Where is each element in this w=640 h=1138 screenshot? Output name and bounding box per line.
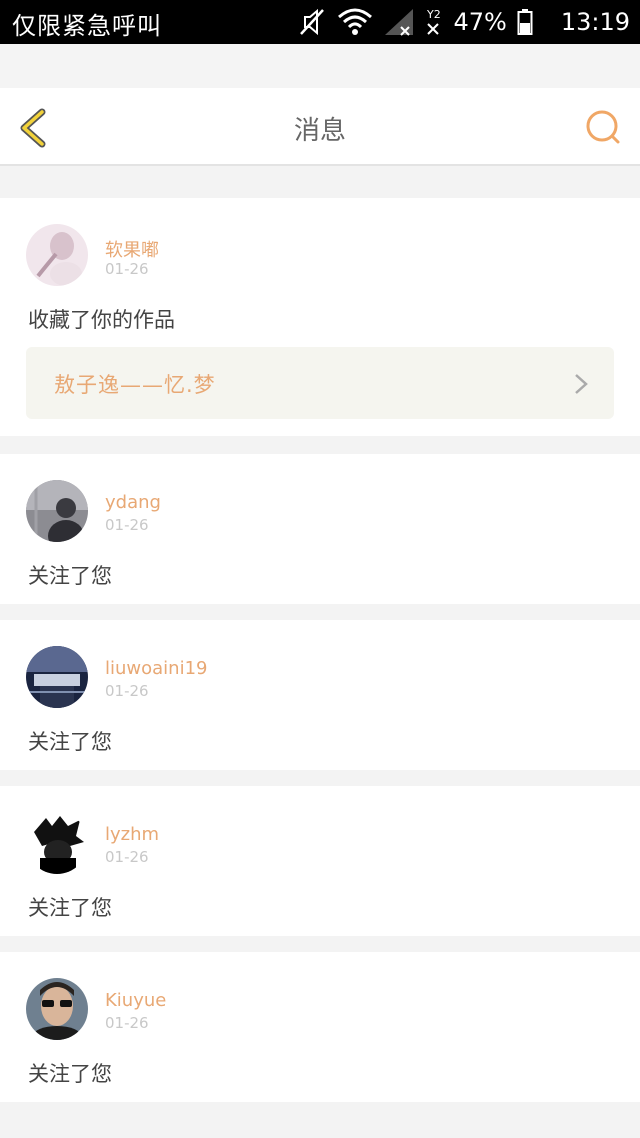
avatar[interactable] — [26, 812, 88, 874]
battery-percent: 47% — [453, 8, 507, 36]
message-action: 关注了您 — [28, 1062, 112, 1086]
message-card: liuwoaini19 01-26 关注了您 — [0, 620, 640, 770]
signal-icon — [385, 9, 414, 36]
message-date: 01-26 — [105, 260, 149, 278]
message-card: 软果嘟 01-26 收藏了你的作品 敖子逸——忆.梦 — [0, 198, 640, 436]
search-icon[interactable] — [584, 108, 622, 146]
username[interactable]: Kiuyue — [105, 990, 166, 1011]
svg-text:Y2: Y2 — [426, 8, 441, 21]
page-title: 消息 — [293, 116, 346, 146]
username[interactable]: ydang — [105, 492, 161, 513]
status-bar: 仅限紧急呼叫 Y2 47% 13:19 — [0, 0, 640, 44]
avatar[interactable] — [26, 646, 88, 708]
work-title: 敖子逸——忆.梦 — [54, 373, 216, 397]
message-action: 关注了您 — [28, 730, 112, 754]
message-action: 关注了您 — [28, 564, 112, 588]
message-card: Kiuyue 01-26 关注了您 — [0, 952, 640, 1102]
message-date: 01-26 — [105, 682, 149, 700]
message-date: 01-26 — [105, 516, 149, 534]
carrier-text: 仅限紧急呼叫 — [12, 12, 162, 40]
username[interactable]: liuwoaini19 — [105, 658, 208, 679]
avatar[interactable] — [26, 978, 88, 1040]
mute-icon — [300, 8, 325, 36]
sim-signal-icon: Y2 — [426, 8, 441, 35]
message-action: 收藏了你的作品 — [28, 308, 175, 332]
message-action: 关注了您 — [28, 896, 112, 920]
work-link[interactable]: 敖子逸——忆.梦 — [26, 347, 614, 419]
message-card: lyzhm 01-26 关注了您 — [0, 786, 640, 936]
battery-icon — [517, 9, 533, 35]
message-date: 01-26 — [105, 848, 149, 866]
message-card: ydang 01-26 关注了您 — [0, 454, 640, 604]
wifi-icon — [338, 8, 373, 35]
clock: 13:19 — [560, 8, 630, 36]
avatar[interactable] — [26, 224, 88, 286]
message-date: 01-26 — [105, 1014, 149, 1032]
nav-header: 消息 — [0, 88, 640, 166]
chevron-right-icon — [575, 374, 588, 394]
username[interactable]: lyzhm — [105, 824, 159, 845]
status-icons: Y2 47% 13:19 — [299, 4, 630, 40]
top-spacer — [0, 44, 640, 88]
avatar[interactable] — [26, 480, 88, 542]
username[interactable]: 软果嘟 — [105, 236, 159, 262]
